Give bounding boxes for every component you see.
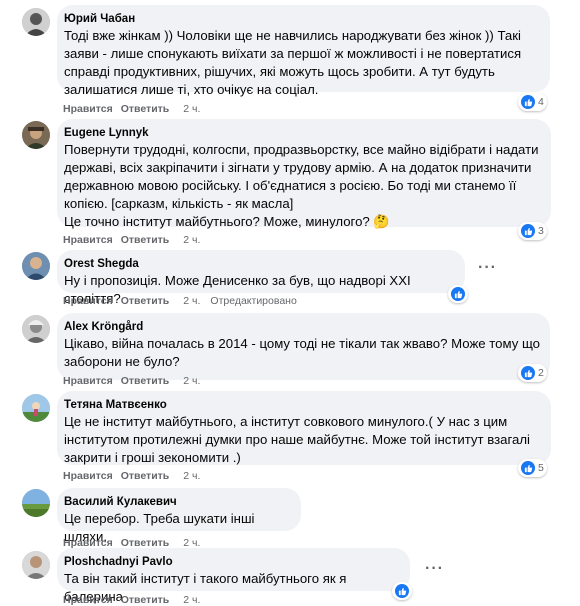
reply-button[interactable]: Ответить: [121, 103, 170, 115]
comment-timestamp[interactable]: 2 ч.: [183, 295, 200, 307]
comment-actions: Нравится Ответить 2 ч.: [63, 594, 210, 606]
avatar[interactable]: [22, 315, 50, 343]
avatar[interactable]: [22, 8, 50, 36]
like-button[interactable]: Нравится: [63, 295, 113, 307]
comment-actions: Нравится Ответить 2 ч. Отредактировано: [63, 295, 305, 307]
avatar[interactable]: [22, 551, 50, 579]
avatar[interactable]: [22, 394, 50, 422]
reaction-number: 3: [538, 225, 544, 237]
like-button[interactable]: Нравится: [63, 594, 113, 606]
reaction-count[interactable]: 4: [518, 93, 547, 111]
comment-timestamp[interactable]: 2 ч.: [183, 375, 200, 387]
avatar[interactable]: [22, 121, 50, 149]
comment-text: Повернути трудодні, колгоспи, продразвьо…: [64, 142, 539, 211]
thumbs-up-icon: [521, 224, 535, 238]
comment-bubble: Ploshchadnyi Pavlo Та він такий інститут…: [57, 548, 410, 604]
comment-bubble: Юрий Чабан Тоді вже жінкам )) Чоловіки щ…: [57, 5, 550, 97]
comment-bubble: Eugene Lynnyk Повернути трудодні, колгос…: [57, 119, 551, 229]
like-button[interactable]: Нравится: [63, 375, 113, 387]
thumbs-up-icon: [395, 584, 409, 598]
comment-bubble: Orest Shegda Ну і пропозиція. Може Денис…: [57, 250, 465, 306]
comment-timestamp[interactable]: 2 ч.: [183, 234, 200, 246]
comment-text: Це не інститут майбутнього, а інститут с…: [64, 414, 530, 465]
comment-text: Цікаво, війна почалась в 2014 - цому тод…: [64, 336, 540, 369]
reply-button[interactable]: Ответить: [121, 594, 170, 606]
thumbs-up-icon: [521, 95, 535, 109]
like-button[interactable]: Нравится: [63, 103, 113, 115]
comment-author[interactable]: Юрий Чабан: [64, 12, 540, 26]
reply-button[interactable]: Ответить: [121, 470, 170, 482]
thumbs-up-icon: [451, 287, 465, 301]
reply-button[interactable]: Ответить: [121, 375, 170, 387]
comment-text-line: Це точно інститут майбутнього? Може, мин…: [64, 214, 370, 229]
comment-actions: Нравится Ответить 2 ч.: [63, 234, 210, 246]
comment-author[interactable]: Тетяна Матвєенко: [64, 398, 541, 412]
comment-bubble: Тетяна Матвєенко Це не інститут майбутнь…: [57, 391, 551, 465]
more-dots-icon[interactable]: ···: [425, 560, 444, 578]
comment-actions: Нравится Ответить 2 ч.: [63, 375, 210, 387]
comment-bubble: Alex Kröngård Цікаво, війна почалась в 2…: [57, 313, 550, 380]
comment-timestamp[interactable]: 2 ч.: [183, 470, 200, 482]
comment-author[interactable]: Ploshchadnyi Pavlo: [64, 555, 400, 569]
comment-timestamp[interactable]: 2 ч.: [183, 594, 200, 606]
reply-button[interactable]: Ответить: [121, 234, 170, 246]
comment-text: Це точно інститут майбутнього? Може, мин…: [64, 213, 541, 231]
reply-button[interactable]: Ответить: [121, 295, 170, 307]
reaction-count[interactable]: 2: [518, 364, 547, 382]
reaction-count[interactable]: 5: [518, 459, 547, 477]
comment-author[interactable]: Alex Kröngård: [64, 320, 540, 334]
comment-timestamp[interactable]: 2 ч.: [183, 103, 200, 115]
comment-text: Тоді вже жінкам )) Чоловіки ще не навчил…: [64, 28, 522, 97]
comment-author[interactable]: Eugene Lynnyk: [64, 126, 541, 140]
like-button[interactable]: Нравится: [63, 470, 113, 482]
reaction-number: 2: [538, 367, 544, 379]
reaction-number: 5: [538, 462, 544, 474]
avatar[interactable]: [22, 252, 50, 280]
comment-author[interactable]: Василий Кулакевич: [64, 495, 291, 509]
comment-bubble: Василий Кулакевич Це перебор. Треба шука…: [57, 488, 301, 544]
thumbs-up-icon: [521, 366, 535, 380]
comment-actions: Нравится Ответить 2 ч.: [63, 103, 210, 115]
more-dots-icon[interactable]: ···: [478, 259, 497, 277]
comment-author[interactable]: Orest Shegda: [64, 257, 455, 271]
comment-actions: Нравится Ответить 2 ч.: [63, 470, 210, 482]
reaction-count[interactable]: 3: [518, 222, 547, 240]
avatar[interactable]: [22, 489, 50, 517]
thumbs-up-icon: [521, 461, 535, 475]
edited-label[interactable]: Отредактировано: [210, 295, 296, 307]
reaction-number: 4: [538, 96, 544, 108]
like-button[interactable]: Нравится: [63, 234, 113, 246]
thinking-emoji-icon: 🤔: [373, 214, 390, 229]
reaction-count[interactable]: [448, 285, 468, 303]
reaction-count[interactable]: [392, 582, 412, 600]
